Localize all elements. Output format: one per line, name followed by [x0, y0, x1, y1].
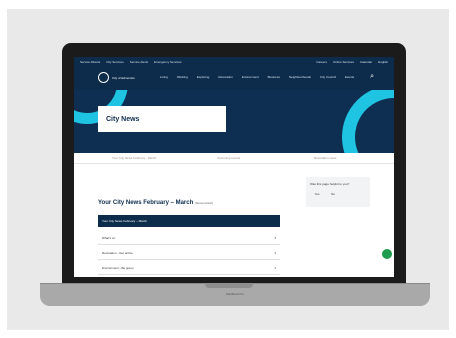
utility-link[interactable]: Online Services: [333, 60, 354, 64]
decorative-ring-right: [342, 90, 394, 153]
subnav-item[interactable]: Your City News February - March: [112, 156, 156, 160]
utility-link[interactable]: Service Alberta: [80, 60, 100, 64]
laptop-screen: Service Alberta City Services Service Al…: [74, 57, 394, 277]
nav-item[interactable]: Events: [345, 75, 354, 79]
utility-link[interactable]: City Services: [106, 60, 124, 64]
subnav-item[interactable]: Upcoming events: [217, 156, 240, 160]
nav-item[interactable]: Working: [177, 75, 188, 79]
nav-item[interactable]: City Council: [320, 75, 336, 79]
feedback-question: Was this page helpful to you?: [310, 182, 350, 186]
accordion-row-label: What's on: [102, 236, 116, 240]
laptop-brand: MacBook Pro: [225, 292, 244, 296]
nav-item[interactable]: Exploring: [197, 75, 210, 79]
content-title-text: Your City News February – March: [98, 200, 194, 206]
utility-link[interactable]: Calendar: [360, 60, 372, 64]
language-selector[interactable]: English: [378, 60, 388, 64]
main-navigation: City of Edmonton Living Working Explorin…: [74, 66, 394, 90]
city-logo[interactable]: City of Edmonton: [98, 72, 140, 83]
nav-item[interactable]: Recreation: [218, 75, 233, 79]
logo-text: City of Edmonton: [112, 75, 136, 80]
logo-mark-icon: [98, 72, 109, 83]
chevron-down-icon: ▾: [274, 236, 276, 240]
chat-icon[interactable]: [382, 249, 392, 259]
accordion-row[interactable]: Recreation - Get active ▾: [98, 247, 280, 260]
chevron-down-icon: ▾: [274, 266, 276, 270]
accordion-row-label: Environment - Be green: [102, 266, 134, 270]
feedback-card: Was this page helpful to you? Yes No: [306, 177, 370, 207]
nav-items: Living Working Exploring Recreation Envi…: [160, 75, 363, 79]
chevron-down-icon: ▾: [274, 251, 276, 255]
yes-button[interactable]: Yes: [312, 192, 322, 197]
accordion-header[interactable]: Your City News February – March: [98, 215, 280, 227]
content-title: Your City News February – March (Read art…: [98, 200, 213, 206]
hero-banner: City News: [74, 90, 394, 153]
page-title: City News: [106, 115, 140, 123]
hero-title-box: City News: [98, 106, 226, 132]
utility-right: Careers Online Services Calendar English: [310, 57, 388, 66]
nav-item[interactable]: Environment: [242, 75, 259, 79]
read-article-link[interactable]: (Read article): [195, 201, 213, 205]
utility-link[interactable]: Emergency Services: [154, 60, 182, 64]
utility-link[interactable]: Careers: [316, 60, 327, 64]
utility-link[interactable]: Service Alerts: [130, 60, 148, 64]
nav-item[interactable]: Living: [160, 75, 168, 79]
accordion-row[interactable]: What's on ▾: [98, 232, 280, 245]
utility-bar: Service Alberta City Services Service Al…: [74, 57, 394, 66]
nav-item[interactable]: Business: [268, 75, 280, 79]
nav-item[interactable]: Neighbourhoods: [289, 75, 311, 79]
accordion-header-label: Your City News February – March: [102, 219, 147, 223]
search-icon[interactable]: ⌕: [370, 73, 374, 81]
laptop-notch: [205, 283, 253, 288]
subnav-item[interactable]: Recreation news: [314, 156, 336, 160]
sub-navigation: Your City News February - March Upcoming…: [74, 153, 394, 164]
accordion-row[interactable]: Environment - Be green ▾: [98, 262, 280, 275]
accordion-row-label: Recreation - Get active: [102, 251, 133, 255]
no-button[interactable]: No: [328, 192, 338, 197]
